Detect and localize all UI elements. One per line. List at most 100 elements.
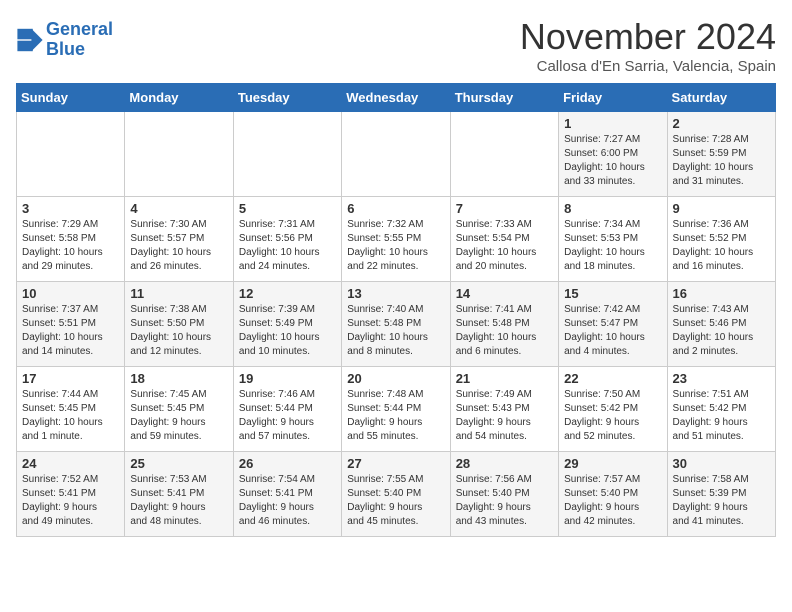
cell-info: Sunrise: 7:46 AM Sunset: 5:44 PM Dayligh…: [239, 388, 336, 444]
cell-info: Sunrise: 7:51 AM Sunset: 5:42 PM Dayligh…: [673, 388, 770, 444]
calendar-cell: 30 Sunrise: 7:58 AM Sunset: 5:39 PM Dayli…: [667, 452, 775, 537]
calendar-header: SundayMondayTuesdayWednesdayThursdayFrid…: [17, 84, 776, 112]
calendar-cell: 14 Sunrise: 7:41 AM Sunset: 5:48 PM Dayli…: [450, 282, 558, 367]
calendar-cell: 3Sunrise: 7:29 AM Sunset: 5:58 PM Daylig…: [17, 197, 125, 282]
day-number: 1: [564, 116, 661, 131]
calendar-cell: [342, 112, 450, 197]
day-number: 12: [239, 286, 336, 301]
logo-line1: General: [46, 19, 113, 39]
calendar-cell: [450, 112, 558, 197]
day-number: 5: [239, 201, 336, 216]
day-number: 19: [239, 371, 336, 386]
cell-info: Sunrise: 7:49 AM Sunset: 5:43 PM Dayligh…: [456, 388, 553, 444]
calendar-week-2: 3Sunrise: 7:29 AM Sunset: 5:58 PM Daylig…: [17, 197, 776, 282]
day-number: 25: [130, 456, 227, 471]
cell-info: Sunrise: 7:44 AM Sunset: 5:45 PM Dayligh…: [22, 388, 119, 444]
day-number: 24: [22, 456, 119, 471]
cell-info: Sunrise: 7:27 AM Sunset: 6:00 PM Dayligh…: [564, 133, 661, 189]
weekday-header-sunday: Sunday: [17, 84, 125, 112]
title-block: November 2024 Callosa d'En Sarria, Valen…: [520, 16, 776, 75]
cell-info: Sunrise: 7:39 AM Sunset: 5:49 PM Dayligh…: [239, 303, 336, 359]
logo: General Blue: [16, 20, 113, 60]
day-number: 13: [347, 286, 444, 301]
cell-info: Sunrise: 7:40 AM Sunset: 5:48 PM Dayligh…: [347, 303, 444, 359]
cell-info: Sunrise: 7:43 AM Sunset: 5:46 PM Dayligh…: [673, 303, 770, 359]
calendar-body: 1 Sunrise: 7:27 AM Sunset: 6:00 PM Daylig…: [17, 112, 776, 537]
weekday-header-saturday: Saturday: [667, 84, 775, 112]
page-header: General Blue November 2024 Callosa d'En …: [16, 16, 776, 75]
day-number: 30: [673, 456, 770, 471]
calendar-cell: 8 Sunrise: 7:34 AM Sunset: 5:53 PM Daylig…: [559, 197, 667, 282]
day-number: 7: [456, 201, 553, 216]
day-number: 10: [22, 286, 119, 301]
cell-info: Sunrise: 7:42 AM Sunset: 5:47 PM Dayligh…: [564, 303, 661, 359]
cell-info: Sunrise: 7:58 AM Sunset: 5:39 PM Dayligh…: [673, 473, 770, 529]
calendar-cell: 17 Sunrise: 7:44 AM Sunset: 5:45 PM Dayli…: [17, 367, 125, 452]
calendar-cell: 4 Sunrise: 7:30 AM Sunset: 5:57 PM Daylig…: [125, 197, 233, 282]
logo-icon: [16, 26, 44, 54]
calendar-cell: 13 Sunrise: 7:40 AM Sunset: 5:48 PM Dayli…: [342, 282, 450, 367]
cell-info: Sunrise: 7:32 AM Sunset: 5:55 PM Dayligh…: [347, 218, 444, 274]
day-number: 27: [347, 456, 444, 471]
calendar-week-1: 1 Sunrise: 7:27 AM Sunset: 6:00 PM Daylig…: [17, 112, 776, 197]
calendar-cell: 27Sunrise: 7:55 AM Sunset: 5:40 PM Dayli…: [342, 452, 450, 537]
cell-info: Sunrise: 7:54 AM Sunset: 5:41 PM Dayligh…: [239, 473, 336, 529]
calendar-cell: 16 Sunrise: 7:43 AM Sunset: 5:46 PM Dayli…: [667, 282, 775, 367]
day-number: 9: [673, 201, 770, 216]
cell-info: Sunrise: 7:56 AM Sunset: 5:40 PM Dayligh…: [456, 473, 553, 529]
day-number: 4: [130, 201, 227, 216]
day-number: 16: [673, 286, 770, 301]
weekday-header-thursday: Thursday: [450, 84, 558, 112]
day-number: 29: [564, 456, 661, 471]
day-number: 21: [456, 371, 553, 386]
day-number: 6: [347, 201, 444, 216]
day-number: 15: [564, 286, 661, 301]
day-number: 14: [456, 286, 553, 301]
cell-info: Sunrise: 7:36 AM Sunset: 5:52 PM Dayligh…: [673, 218, 770, 274]
calendar-cell: [233, 112, 341, 197]
calendar-cell: 29 Sunrise: 7:57 AM Sunset: 5:40 PM Dayli…: [559, 452, 667, 537]
calendar-cell: 1 Sunrise: 7:27 AM Sunset: 6:00 PM Daylig…: [559, 112, 667, 197]
cell-info: Sunrise: 7:48 AM Sunset: 5:44 PM Dayligh…: [347, 388, 444, 444]
calendar-cell: [125, 112, 233, 197]
day-number: 17: [22, 371, 119, 386]
day-number: 28: [456, 456, 553, 471]
day-number: 18: [130, 371, 227, 386]
logo-line2: Blue: [46, 39, 85, 59]
weekday-row: SundayMondayTuesdayWednesdayThursdayFrid…: [17, 84, 776, 112]
calendar-cell: 18Sunrise: 7:45 AM Sunset: 5:45 PM Dayli…: [125, 367, 233, 452]
calendar-cell: 10 Sunrise: 7:37 AM Sunset: 5:51 PM Dayli…: [17, 282, 125, 367]
cell-info: Sunrise: 7:30 AM Sunset: 5:57 PM Dayligh…: [130, 218, 227, 274]
day-number: 8: [564, 201, 661, 216]
calendar-cell: 24 Sunrise: 7:52 AM Sunset: 5:41 PM Dayli…: [17, 452, 125, 537]
day-number: 23: [673, 371, 770, 386]
cell-info: Sunrise: 7:37 AM Sunset: 5:51 PM Dayligh…: [22, 303, 119, 359]
calendar-cell: [17, 112, 125, 197]
cell-info: Sunrise: 7:34 AM Sunset: 5:53 PM Dayligh…: [564, 218, 661, 274]
calendar-week-4: 17 Sunrise: 7:44 AM Sunset: 5:45 PM Dayli…: [17, 367, 776, 452]
calendar-cell: 9 Sunrise: 7:36 AM Sunset: 5:52 PM Daylig…: [667, 197, 775, 282]
calendar-cell: 25 Sunrise: 7:53 AM Sunset: 5:41 PM Dayli…: [125, 452, 233, 537]
day-number: 22: [564, 371, 661, 386]
cell-info: Sunrise: 7:28 AM Sunset: 5:59 PM Dayligh…: [673, 133, 770, 189]
weekday-header-monday: Monday: [125, 84, 233, 112]
weekday-header-friday: Friday: [559, 84, 667, 112]
cell-info: Sunrise: 7:38 AM Sunset: 5:50 PM Dayligh…: [130, 303, 227, 359]
cell-info: Sunrise: 7:52 AM Sunset: 5:41 PM Dayligh…: [22, 473, 119, 529]
calendar-cell: 2Sunrise: 7:28 AM Sunset: 5:59 PM Daylig…: [667, 112, 775, 197]
calendar-cell: 7Sunrise: 7:33 AM Sunset: 5:54 PM Daylig…: [450, 197, 558, 282]
cell-info: Sunrise: 7:53 AM Sunset: 5:41 PM Dayligh…: [130, 473, 227, 529]
calendar-cell: 28 Sunrise: 7:56 AM Sunset: 5:40 PM Dayli…: [450, 452, 558, 537]
calendar-cell: 19 Sunrise: 7:46 AM Sunset: 5:44 PM Dayli…: [233, 367, 341, 452]
cell-info: Sunrise: 7:57 AM Sunset: 5:40 PM Dayligh…: [564, 473, 661, 529]
calendar-cell: 21 Sunrise: 7:49 AM Sunset: 5:43 PM Dayli…: [450, 367, 558, 452]
calendar-cell: 6 Sunrise: 7:32 AM Sunset: 5:55 PM Daylig…: [342, 197, 450, 282]
calendar-week-5: 24 Sunrise: 7:52 AM Sunset: 5:41 PM Dayli…: [17, 452, 776, 537]
calendar-cell: 20Sunrise: 7:48 AM Sunset: 5:44 PM Dayli…: [342, 367, 450, 452]
calendar-table: SundayMondayTuesdayWednesdayThursdayFrid…: [16, 83, 776, 537]
calendar-cell: 11 Sunrise: 7:38 AM Sunset: 5:50 PM Dayli…: [125, 282, 233, 367]
day-number: 11: [130, 286, 227, 301]
calendar-week-3: 10 Sunrise: 7:37 AM Sunset: 5:51 PM Dayli…: [17, 282, 776, 367]
location: Callosa d'En Sarria, Valencia, Spain: [520, 58, 776, 75]
cell-info: Sunrise: 7:41 AM Sunset: 5:48 PM Dayligh…: [456, 303, 553, 359]
